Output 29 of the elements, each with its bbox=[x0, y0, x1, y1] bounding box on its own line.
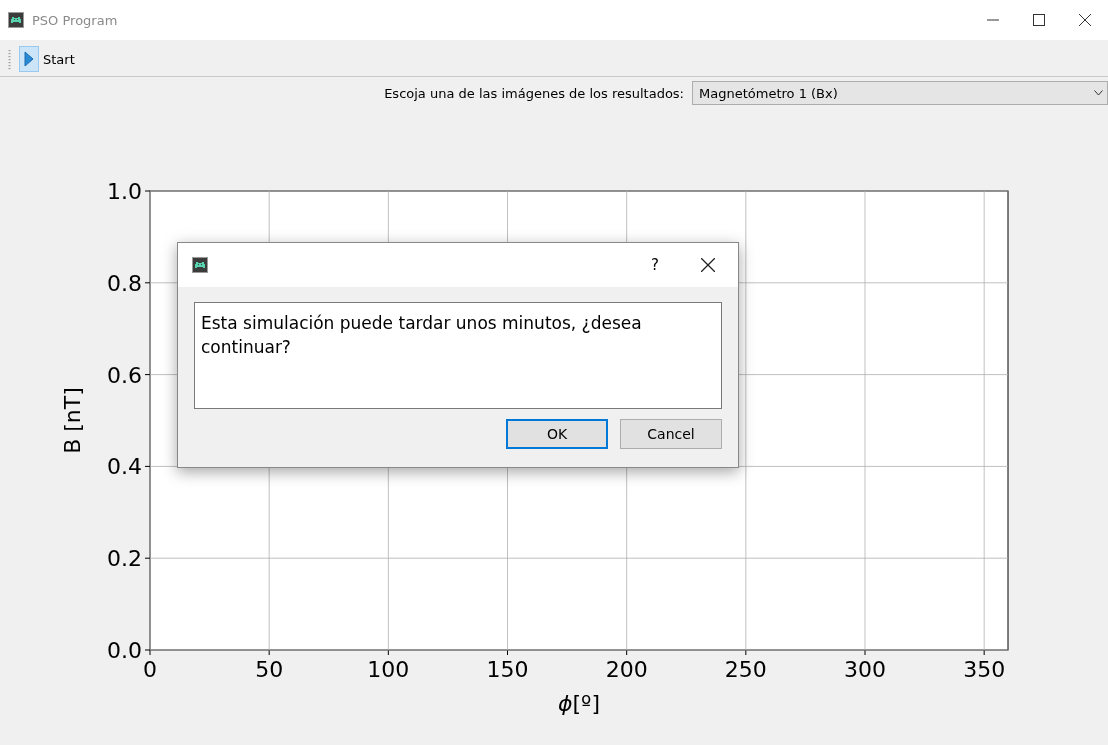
axis-title: B [nT] bbox=[60, 387, 85, 454]
tick-label: 0.2 bbox=[107, 546, 142, 572]
play-icon bbox=[24, 51, 34, 67]
tick-label: 200 bbox=[605, 657, 648, 682]
start-button[interactable]: Start bbox=[15, 46, 80, 72]
tick-label: 0.0 bbox=[107, 638, 142, 663]
help-button[interactable]: ? bbox=[632, 255, 678, 275]
tick-label: 350 bbox=[963, 657, 1006, 682]
selector-label: Escoja una de las imágenes de los resultados: bbox=[384, 85, 684, 101]
chevron-icon bbox=[1094, 90, 1103, 96]
tick-label: 150 bbox=[486, 657, 529, 682]
tick-label: 0.8 bbox=[107, 270, 142, 296]
axis-title: ϕ[º] bbox=[557, 691, 601, 716]
dialog-button[interactable]: OK bbox=[506, 419, 608, 449]
tick-label: 250 bbox=[724, 657, 767, 682]
app-icon bbox=[8, 12, 24, 28]
tick-label: 0.6 bbox=[107, 362, 142, 388]
dialog-button[interactable]: Cancel bbox=[620, 419, 722, 449]
window-title: PSO Program bbox=[32, 12, 118, 28]
results-dropdown[interactable]: Magnetómetro 1 (Bx) bbox=[692, 81, 1108, 105]
app-icon bbox=[192, 257, 208, 273]
message-box: Esta simulación puede tardar unos minutos, ¿desea continuar? bbox=[194, 302, 722, 409]
tick-label: 0 bbox=[143, 657, 157, 682]
grip-icon[interactable] bbox=[8, 48, 11, 70]
tick-label: 100 bbox=[367, 657, 410, 682]
tick-label: 1.0 bbox=[107, 179, 142, 204]
tick-label: 0.4 bbox=[107, 454, 142, 480]
tick-label: 300 bbox=[844, 657, 886, 682]
tick-label: 50 bbox=[255, 657, 284, 682]
